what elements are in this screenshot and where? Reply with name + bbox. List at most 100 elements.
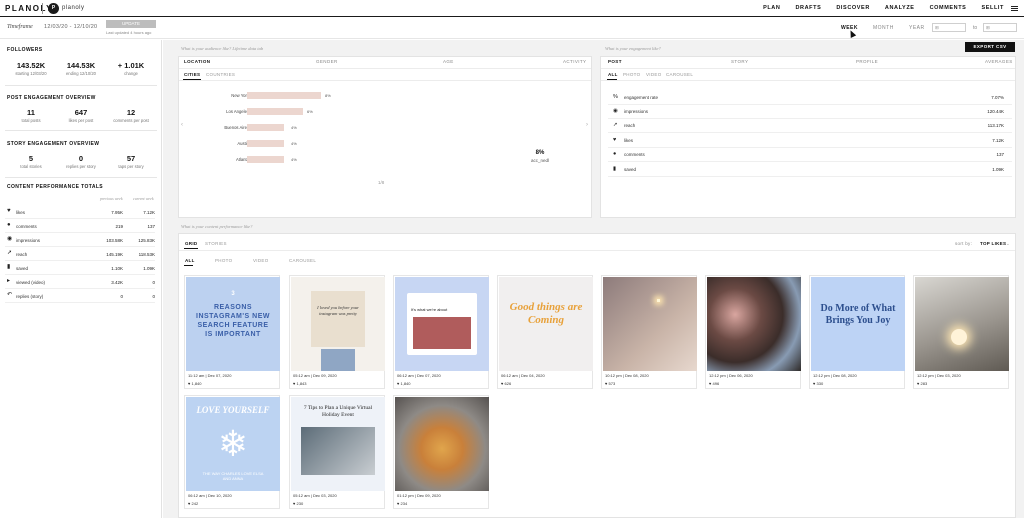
post-card[interactable]: I loved you before your instagram was pr… [289, 275, 385, 389]
post-card[interactable]: 12:12 pm | Dec 03, 2020 ♥ 283 [913, 275, 1009, 389]
menu-item-analyze[interactable]: ANALYZE [885, 5, 915, 11]
timeframe-bar: Timeframe 12/03/20 - 12/10/20 UPDATE Las… [0, 17, 1024, 39]
tab-profile[interactable]: PROFILE [856, 59, 878, 64]
tab-activity[interactable]: ACTIVITY [563, 59, 586, 64]
menu-item-plan[interactable]: PLAN [763, 5, 780, 11]
post-card[interactable]: 7 Tips to Plan a Unique Virtual Holiday … [289, 395, 385, 509]
post-time: 05:12 am | Dec 03, 2020 [293, 493, 337, 498]
current-value: 137 [147, 224, 155, 229]
previous-value: 7.95K [111, 210, 123, 215]
post-likes: ♥ 242 [188, 501, 199, 506]
avatar[interactable]: P [48, 3, 59, 14]
city-row: Buenos Aires 4% [224, 124, 330, 131]
export-csv-button[interactable]: EXPORT CSV [965, 42, 1015, 52]
row-label: viewed (video) [16, 280, 46, 285]
period-year[interactable]: YEAR [909, 25, 925, 31]
post-card[interactable]: 01:12 pm | Dec 09, 2020 ♥ 234 [393, 395, 489, 509]
tab-countries[interactable]: COUNTRIES [206, 72, 235, 77]
tab-carousel[interactable]: CAROUSEL [666, 72, 693, 77]
engagement-row-comments: ● comments 137 [608, 148, 1012, 162]
post-likes: ♥ 330 [813, 381, 824, 386]
post-image [707, 277, 801, 371]
city-name: Atlanta [235, 157, 249, 162]
snowflake-icon: ❄ [217, 423, 249, 464]
post-card[interactable]: Do More of What Brings You Joy 12:12 pm … [809, 275, 905, 389]
stat-value: 144.53K [66, 61, 96, 70]
row-value: 7.12K [992, 138, 1004, 143]
post-time: 12:12 pm | Dec 06, 2020 [709, 373, 753, 378]
tab-video[interactable]: VIDEO [646, 72, 662, 77]
end-date-input[interactable]: ⊞ [983, 23, 1017, 32]
audience-caption: What is your audience like? Lifetime dat… [181, 46, 264, 51]
tab-location[interactable]: LOCATION [184, 59, 210, 64]
tab-stories[interactable]: STORIES [205, 241, 227, 246]
city-bar [247, 140, 284, 147]
post-card[interactable]: Good things are Coming 06:12 am | Dec 04… [497, 275, 593, 389]
followers-title: FOLLOWERS [7, 47, 43, 53]
menu-item-sellit[interactable]: SELLIT [981, 5, 1004, 11]
period-month[interactable]: MONTH [873, 25, 894, 31]
chevron-down-icon[interactable]: ⌄ [1006, 241, 1010, 247]
tab-age[interactable]: AGE [443, 59, 454, 64]
previous-value: 0 [120, 294, 123, 299]
col-previous-week: previous week [100, 196, 123, 201]
tab-photo[interactable]: PHOTO [623, 72, 640, 77]
menu-item-discover[interactable]: DISCOVER [836, 5, 870, 11]
post-card[interactable]: 12:12 pm | Dec 06, 2020 ♥ 496 [705, 275, 801, 389]
subtab-photo[interactable]: PHOTO [215, 258, 232, 263]
likes-count: 242 [191, 501, 199, 506]
timeframe-label: Timeframe [7, 24, 33, 30]
previous-value: 1.10K [111, 266, 123, 271]
sort-dropdown[interactable]: TOP LIKES [980, 241, 1006, 246]
post-image-number: 3 [231, 291, 235, 297]
post-likes: ♥ 626 [501, 381, 512, 386]
post-card[interactable]: 10:12 pm | Dec 08, 2020 ♥ 573 [601, 275, 697, 389]
post-card[interactable]: LOVE YOURSELF ❄ THE WAY CHARLES LOVE ELS… [184, 395, 280, 509]
tab-story[interactable]: STORY [731, 59, 748, 64]
start-date-input[interactable]: ⊞ [932, 23, 966, 32]
tab-grid[interactable]: GRID [185, 241, 197, 246]
update-button[interactable]: UPDATE [106, 20, 156, 28]
city-percent: 6% [307, 109, 313, 114]
tab-cities[interactable]: CITIES [184, 72, 200, 77]
tab-all[interactable]: ALL [608, 72, 618, 77]
sparkler-light [657, 299, 660, 302]
likes-count: 234 [400, 501, 408, 506]
subtab-all[interactable]: ALL [185, 258, 195, 263]
top-nav: PLANOLY P planoly PLAN DRAFTS DISCOVER A… [0, 0, 1024, 17]
hamburger-menu-icon[interactable] [1011, 6, 1018, 11]
chevron-right-icon[interactable]: › [586, 122, 588, 128]
subtab-video[interactable]: VIDEO [253, 258, 269, 263]
averages-label: AVERAGES [985, 59, 1013, 64]
post-card[interactable]: 3 REASONS INSTAGRAM'S NEW SEARCH FEATURE… [184, 275, 280, 389]
subtab-carousel[interactable]: CAROUSEL [289, 258, 316, 263]
post-image-text: I loved you before your instagram was pr… [317, 305, 359, 316]
previous-value: 219 [115, 224, 123, 229]
divider [42, 3, 43, 14]
row-label: impressions [16, 238, 41, 243]
menu-item-comments[interactable]: COMMENTS [930, 5, 967, 11]
city-percent: 4% [291, 157, 297, 162]
tab-gender[interactable]: GENDER [316, 59, 338, 64]
totals-row-impressions: ◉ impressions 103.58K 125.83K [5, 234, 155, 247]
bookmark-icon: ▮ [7, 264, 11, 270]
account-name[interactable]: planoly [62, 5, 85, 11]
city-bar [247, 92, 321, 99]
post-image-text: It's what we're about [411, 307, 448, 312]
likes-count: 330 [816, 381, 824, 386]
followers-change: + 1.01K change [107, 61, 155, 76]
post-card[interactable]: It's what we're about 06:12 am | Dec 07,… [393, 275, 489, 389]
post-image-text: 7 Tips to Plan a Unique Virtual Holiday … [303, 405, 373, 418]
reach-icon: ➚ [7, 250, 13, 256]
followers-start: 143.52K starting 12/03/20 [7, 61, 55, 76]
tab-post[interactable]: POST [608, 59, 622, 64]
city-row: New York 8% [230, 92, 331, 99]
brand-logo[interactable]: PLANOLY [5, 4, 53, 13]
totals-row-likes: ♥ likes 7.95K 7.12K [5, 206, 155, 219]
chevron-left-icon[interactable]: ‹ [181, 122, 183, 128]
current-value: 125.83K [138, 238, 155, 243]
row-label: saved [624, 167, 637, 172]
divider [601, 68, 1015, 69]
previous-value: 3.42K [111, 280, 123, 285]
menu-item-drafts[interactable]: DRAFTS [795, 5, 821, 11]
